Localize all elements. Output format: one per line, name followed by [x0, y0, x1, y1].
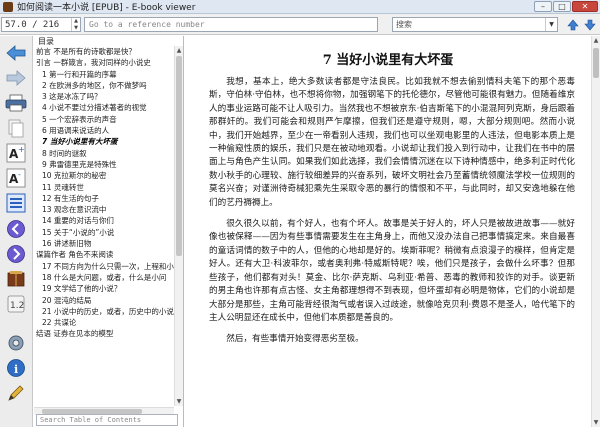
- toc-item[interactable]: 16 讲述新旧物: [34, 238, 174, 249]
- bookmark-icon: [7, 271, 25, 287]
- scroll-thumb[interactable]: [593, 48, 599, 78]
- toc-item[interactable]: 11 灵魂转世: [34, 182, 174, 193]
- top-toolbar: 57.0 / 216 ▲ ▼ Go to a reference number …: [0, 14, 600, 35]
- toc-button[interactable]: [4, 192, 28, 214]
- svg-text:i: i: [14, 363, 18, 376]
- back-arrow-icon: [6, 45, 26, 61]
- maximize-button[interactable]: □: [553, 1, 571, 12]
- window-controls: – □ ✕: [534, 1, 598, 12]
- toc-item[interactable]: 5 一个宏辞表示的声音: [34, 114, 174, 125]
- scroll-up-icon[interactable]: ▲: [592, 36, 600, 45]
- pen-icon: [8, 385, 24, 401]
- toc-item[interactable]: 6 用语调来说话的人: [34, 125, 174, 136]
- toc-panel: 目录 前言 不是所有的诗歌都是快？ 引言 一群箴言，我对同样的小说史 1 第一行和开…: [34, 36, 184, 427]
- toc-item[interactable]: 2 在欧洲多的地区，你不做梦吗: [34, 80, 174, 91]
- toc-item[interactable]: 引言 一群箴言，我对同样的小说史: [34, 57, 174, 68]
- copy-icon: [8, 119, 24, 138]
- toc-item[interactable]: 4 小说不要过分描述著者的视觉: [34, 102, 174, 113]
- position-spinbox[interactable]: 57.0 / 216 ▲ ▼: [1, 17, 81, 32]
- svg-text:+: +: [18, 145, 25, 154]
- chapter-title: 7 当好小说里有大坏蛋: [322, 53, 454, 68]
- forward-button[interactable]: [4, 67, 28, 89]
- paragraph: 我想，基本上，绝大多数读者都是守法良民。比如我就不想去偷别情科夫笔下的那个恶毒斯…: [209, 77, 575, 208]
- print-icon: [5, 94, 27, 112]
- toc-item[interactable]: 19 文学结了他的小说？: [34, 283, 174, 294]
- toc-item[interactable]: 21 小说中的历史，或者，历史中的小说: [34, 306, 174, 317]
- minimize-button[interactable]: –: [534, 1, 552, 12]
- spin-down-icon[interactable]: ▼: [72, 25, 80, 32]
- toc-item[interactable]: 谋篇作者 角色不来阅读: [34, 249, 174, 260]
- toc-item[interactable]: 结语 证券在见本的模型: [34, 328, 174, 339]
- toc-item[interactable]: 14 重要的对话与你们: [34, 215, 174, 226]
- close-button[interactable]: ✕: [572, 1, 598, 12]
- next-page-icon: [7, 245, 25, 263]
- reference-mode-icon: 1.2: [7, 295, 25, 313]
- preferences-icon: [8, 335, 24, 351]
- next-page-button[interactable]: [4, 243, 28, 265]
- pen-button[interactable]: [4, 382, 28, 404]
- print-button[interactable]: [4, 92, 28, 114]
- toc-item[interactable]: 17 不同方向为什么只需一次，上程和小: [34, 261, 174, 272]
- svg-text:1.2: 1.2: [10, 301, 24, 311]
- toc-item[interactable]: 7 当好小说里有大坏蛋: [34, 136, 174, 147]
- toc-item[interactable]: 12 有生活的句子: [34, 193, 174, 204]
- search-combobox[interactable]: 搜索 ▼: [392, 17, 558, 32]
- arrow-down-icon: [584, 19, 596, 30]
- svg-text:-: -: [18, 170, 21, 179]
- toc-list: 前言 不是所有的诗歌都是快？ 引言 一群箴言，我对同样的小说史 1 第一行和开篇的序…: [34, 46, 174, 406]
- paragraph: 很久很久以前，有个好人，也有个坏人。故事是关于好人的，坏人只是被故进故事——就好…: [209, 219, 575, 323]
- app-icon: [3, 1, 13, 12]
- toc-vertical-scrollbar[interactable]: ▲ ▼: [174, 46, 183, 406]
- bookmark-button[interactable]: [4, 268, 28, 290]
- title-bar: 如何阅读一本小说 [EPUB] - E-book viewer – □ ✕: [0, 0, 600, 14]
- reference-mode-button[interactable]: 1.2: [4, 293, 28, 315]
- toc-item[interactable]: 22 共谋论: [34, 317, 174, 328]
- toc-item[interactable]: 3 这是冰冻了吗？: [34, 91, 174, 102]
- info-button[interactable]: i: [4, 357, 28, 379]
- arrow-up-icon: [567, 19, 579, 30]
- back-button[interactable]: [4, 42, 28, 64]
- previous-page-icon: [7, 220, 25, 238]
- toc-item[interactable]: 13 观念在意识流中: [34, 204, 174, 215]
- toc-item[interactable]: 1 第一行和开篇的序幕: [34, 69, 174, 80]
- info-icon: i: [7, 359, 25, 377]
- toc-search-input[interactable]: Search Table of Contents: [36, 414, 178, 426]
- reading-area: 7 当好小说里有大坏蛋 我想，基本上，绝大多数读者都是守法良民。比如我就不想去偷…: [185, 36, 591, 427]
- previous-page-button[interactable]: [4, 218, 28, 240]
- position-value[interactable]: 57.0 / 216: [2, 20, 71, 30]
- toc-item[interactable]: 前言 不是所有的诗歌都是快？: [34, 46, 174, 57]
- toc-item[interactable]: 15 关于“小说的”小说: [34, 227, 174, 238]
- find-next-button[interactable]: [582, 17, 598, 32]
- scroll-up-icon[interactable]: ▲: [175, 46, 183, 55]
- toc-item[interactable]: 20 混沌的结局: [34, 295, 174, 306]
- chapter-content: 我想，基本上，绝大多数读者都是守法良民。比如我就不想去偷别情科夫笔下的那个恶毒斯…: [209, 76, 575, 355]
- toc-item[interactable]: 10 克拉斯尔的秘密: [34, 170, 174, 181]
- scroll-down-icon[interactable]: ▼: [175, 397, 183, 406]
- font-larger-icon: A +: [6, 143, 26, 163]
- font-larger-button[interactable]: A +: [4, 142, 28, 164]
- find-previous-button[interactable]: [565, 17, 581, 32]
- toc-item[interactable]: 9 弗雷德里克是特殊性: [34, 159, 174, 170]
- chevron-down-icon[interactable]: ▼: [545, 18, 557, 31]
- toc-icon: [6, 193, 26, 213]
- search-input[interactable]: 搜索: [393, 19, 545, 30]
- scroll-thumb[interactable]: [176, 56, 182, 256]
- font-smaller-button[interactable]: A-: [4, 167, 28, 189]
- toc-item[interactable]: 8 时间的谜叙: [34, 148, 174, 159]
- window-title: 如何阅读一本小说 [EPUB] - E-book viewer: [17, 3, 196, 13]
- forward-arrow-icon: [6, 70, 26, 86]
- paragraph: 然后，有些事情开始变得恶劣至极。: [226, 334, 364, 345]
- font-smaller-icon: A-: [6, 168, 26, 188]
- scroll-down-icon[interactable]: ▼: [592, 418, 600, 427]
- reference-input[interactable]: Go to a reference number: [84, 17, 378, 32]
- toc-item[interactable]: 18 什么是大问题，或者，什么是小问: [34, 272, 174, 283]
- copy-button[interactable]: [4, 117, 28, 139]
- preferences-button[interactable]: [4, 332, 28, 354]
- reader-vertical-scrollbar[interactable]: ▲ ▼: [591, 36, 600, 427]
- spin-buttons[interactable]: ▲ ▼: [71, 18, 80, 31]
- side-toolbar: A + A- 1.2 i: [0, 36, 33, 427]
